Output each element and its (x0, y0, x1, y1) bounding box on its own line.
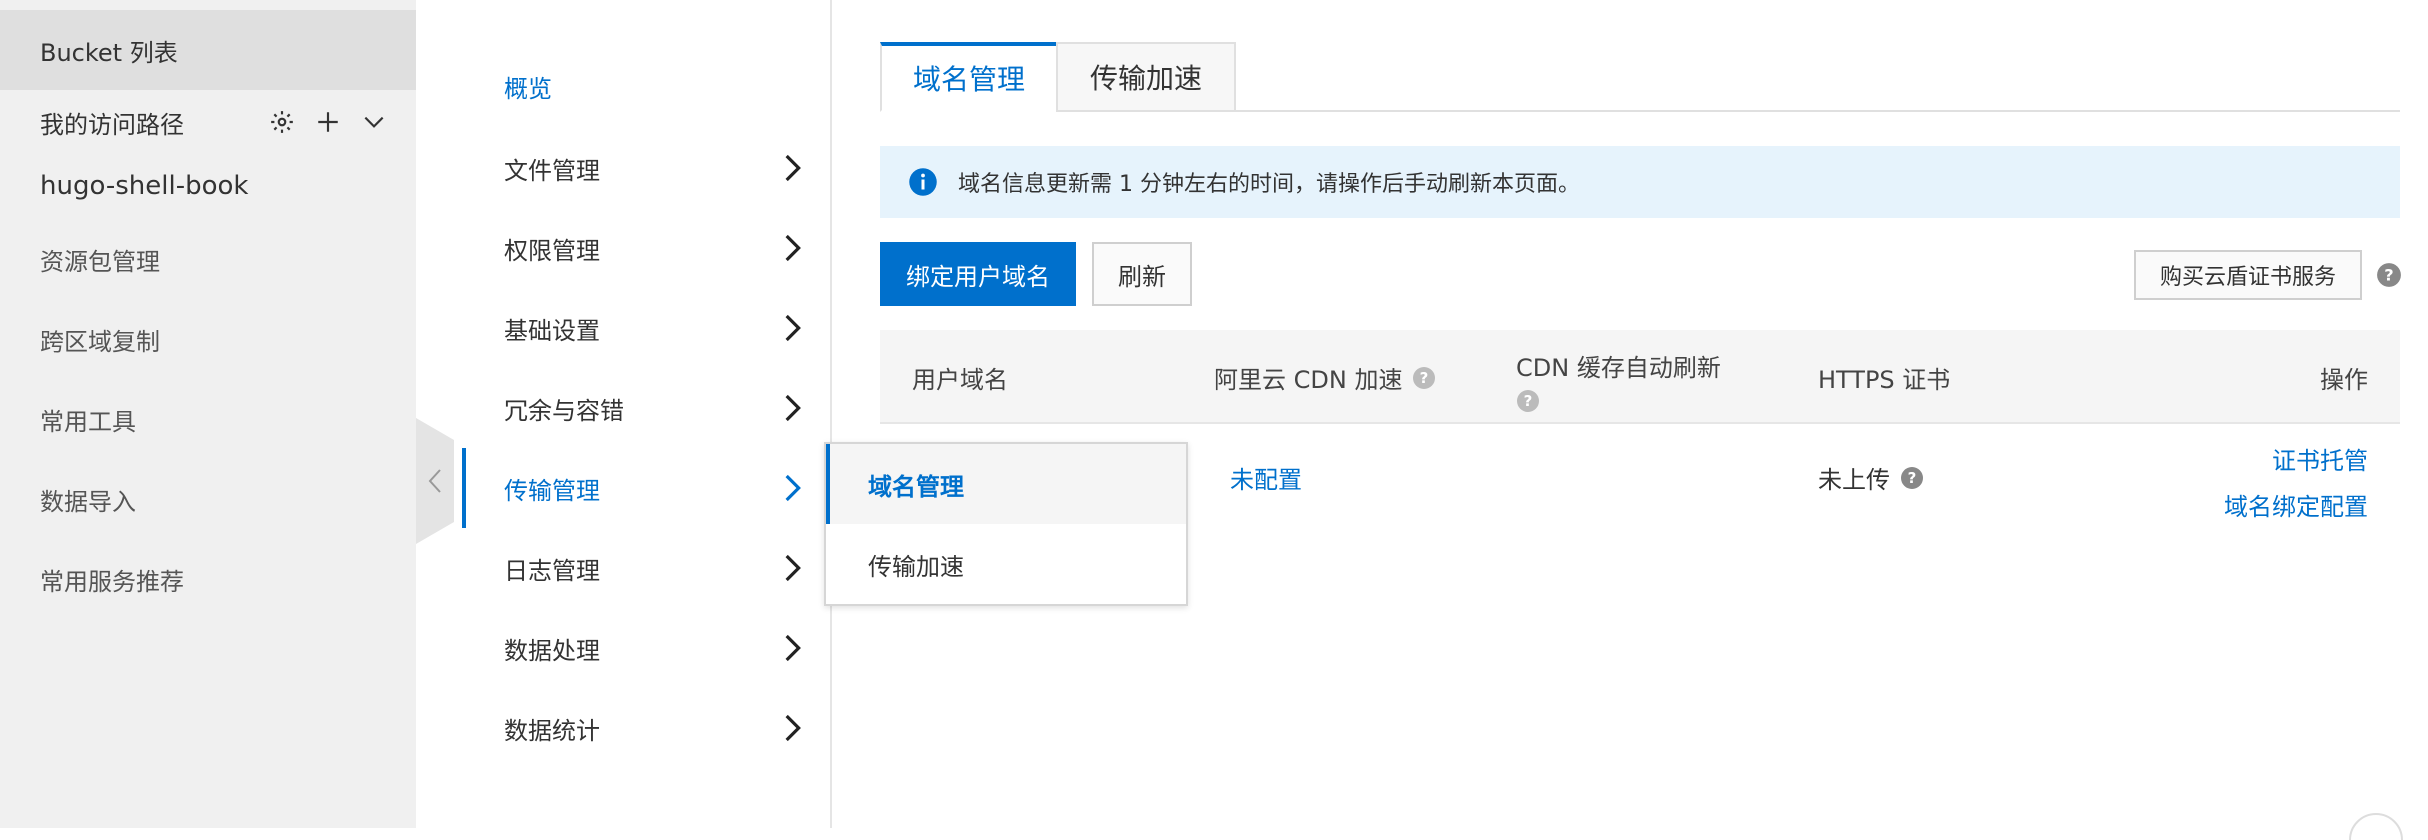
gear-icon[interactable] (268, 108, 296, 136)
tab-domain-management[interactable]: 域名管理 (880, 42, 1058, 112)
sidebar-item-resource-package[interactable]: 资源包管理 (0, 219, 416, 299)
chevron-right-icon (785, 314, 801, 342)
chevron-right-icon (785, 474, 801, 502)
button-label: 绑定用户域名 (906, 262, 1050, 291)
plus-icon[interactable] (314, 108, 342, 136)
subnav-item-data-statistics[interactable]: 数据统计 (462, 688, 830, 768)
access-path-tools (268, 108, 388, 136)
column-header-domain: 用户域名 (912, 366, 1008, 394)
subnav-item-label: 数据处理 (504, 636, 600, 665)
sidebar-item-recommended-services[interactable]: 常用服务推荐 (0, 539, 416, 619)
button-label: 刷新 (1118, 262, 1166, 291)
subnav-item-redundancy[interactable]: 冗余与容错 (462, 368, 830, 448)
sidebar-item-label: 数据导入 (40, 487, 136, 516)
flyout-item-domain-management[interactable]: 域名管理 (826, 444, 1186, 524)
flyout-item-transfer-acceleration[interactable]: 传输加速 (826, 524, 1186, 604)
domain-binding-config-link[interactable]: 域名绑定配置 (2224, 484, 2368, 530)
sidebar-item-label: 常用工具 (40, 407, 136, 436)
svg-text:?: ? (1524, 392, 1533, 410)
help-icon[interactable]: ? (1900, 466, 1924, 490)
tab-label: 域名管理 (912, 63, 1025, 96)
tab-label: 传输加速 (1089, 62, 1202, 95)
https-status: 未上传 (1818, 466, 1890, 494)
column-header-auto-refresh: CDN 缓存自动刷新 ? (1516, 348, 1721, 413)
sidebar-item-label: 跨区域复制 (40, 327, 160, 356)
help-icon[interactable]: ? (1412, 366, 1436, 390)
global-sidebar: Bucket 列表 我的访问路径 hugo-shell-book 资源包管理 跨… (0, 0, 416, 828)
subnav-item-label: 文件管理 (504, 156, 600, 185)
button-label: 购买云盾证书服务 (2159, 265, 2336, 290)
subnav-item-permission-management[interactable]: 权限管理 (462, 208, 830, 288)
flyout-item-label: 传输加速 (868, 552, 964, 581)
subnav-item-overview[interactable]: 概览 (462, 46, 830, 126)
https-status-cell: 未上传 ? (1818, 460, 1924, 495)
column-header-actions: 操作 (2320, 366, 2368, 394)
subnav-item-label: 概览 (504, 74, 552, 103)
sidebar-item-bucket[interactable]: hugo-shell-book (0, 146, 416, 226)
sidebar-item-label: Bucket 列表 (40, 38, 178, 67)
flyout-item-label: 域名管理 (868, 472, 964, 501)
subnav-item-basic-settings[interactable]: 基础设置 (462, 288, 830, 368)
subnav-item-data-processing[interactable]: 数据处理 (462, 608, 830, 688)
cdn-config-link[interactable]: 未配置 (1230, 460, 1302, 495)
subnav-item-label: 传输管理 (504, 476, 600, 505)
subnav-item-label: 日志管理 (504, 556, 600, 585)
chevron-right-icon (785, 394, 801, 422)
help-icon[interactable]: ? (1516, 389, 1540, 413)
table-header: 用户域名 阿里云 CDN 加速 ? CDN 缓存自动刷新 ? HTTPS 证书 … (880, 330, 2400, 424)
tab-transfer-acceleration[interactable]: 传输加速 (1056, 42, 1236, 112)
column-header-cdn: 阿里云 CDN 加速 ? (1214, 360, 1436, 395)
svg-text:?: ? (1420, 369, 1429, 387)
chevron-right-icon (785, 554, 801, 582)
bucket-sub-nav: 概览 文件管理 权限管理 基础设置 冗余与容错 传输管理 日志管理 数据处理 数… (462, 0, 832, 828)
subnav-item-label: 基础设置 (504, 316, 600, 345)
help-icon[interactable]: ? (2376, 262, 2402, 288)
chevron-right-icon (785, 154, 801, 182)
info-icon (909, 168, 937, 196)
column-header-https: HTTPS 证书 (1818, 366, 1951, 394)
certificate-hosting-link[interactable]: 证书托管 (2224, 438, 2368, 484)
chevron-right-icon (785, 234, 801, 262)
bind-domain-button[interactable]: 绑定用户域名 (880, 242, 1076, 306)
subnav-item-file-management[interactable]: 文件管理 (462, 128, 830, 208)
sidebar-item-common-tools[interactable]: 常用工具 (0, 379, 416, 459)
refresh-button[interactable]: 刷新 (1092, 242, 1192, 306)
subnav-item-label: 冗余与容错 (504, 396, 624, 425)
notice-text: 域名信息更新需 1 分钟左右的时间，请操作后手动刷新本页面。 (958, 172, 1580, 197)
sidebar-item-label: hugo-shell-book (40, 171, 249, 201)
column-header-label: 阿里云 CDN 加速 (1214, 366, 1403, 394)
column-header-label: CDN 缓存自动刷新 (1516, 354, 1721, 382)
chevron-down-icon[interactable] (360, 108, 388, 136)
chevron-right-icon (785, 714, 801, 742)
subnav-item-transfer-management[interactable]: 传输管理 (462, 448, 830, 528)
sidebar-item-data-import[interactable]: 数据导入 (0, 459, 416, 539)
info-notice: 域名信息更新需 1 分钟左右的时间，请操作后手动刷新本页面。 (880, 146, 2400, 218)
corner-decoration (2349, 813, 2403, 840)
sidebar-item-label: 常用服务推荐 (40, 567, 184, 596)
sidebar-item-cross-region-replication[interactable]: 跨区域复制 (0, 299, 416, 379)
chevron-right-icon (785, 634, 801, 662)
sidebar-item-label: 我的访问路径 (40, 110, 184, 139)
subnav-item-label: 数据统计 (504, 716, 600, 745)
svg-text:?: ? (2384, 265, 2393, 284)
svg-text:?: ? (1908, 469, 1917, 487)
buy-certificate-button[interactable]: 购买云盾证书服务 (2134, 250, 2362, 300)
sidebar-item-bucket-list[interactable]: Bucket 列表 (0, 10, 416, 90)
sidebar-collapse-handle[interactable] (416, 418, 454, 544)
subnav-item-label: 权限管理 (504, 236, 600, 265)
sidebar-item-label: 资源包管理 (40, 247, 160, 276)
transfer-management-flyout: 域名管理 传输加速 (824, 442, 1188, 606)
main-content: 域名管理 传输加速 域名信息更新需 1 分钟左右的时间，请操作后手动刷新本页面。… (880, 0, 2428, 828)
subnav-item-log-management[interactable]: 日志管理 (462, 528, 830, 608)
actions-cell: 证书托管 域名绑定配置 (2224, 438, 2368, 530)
